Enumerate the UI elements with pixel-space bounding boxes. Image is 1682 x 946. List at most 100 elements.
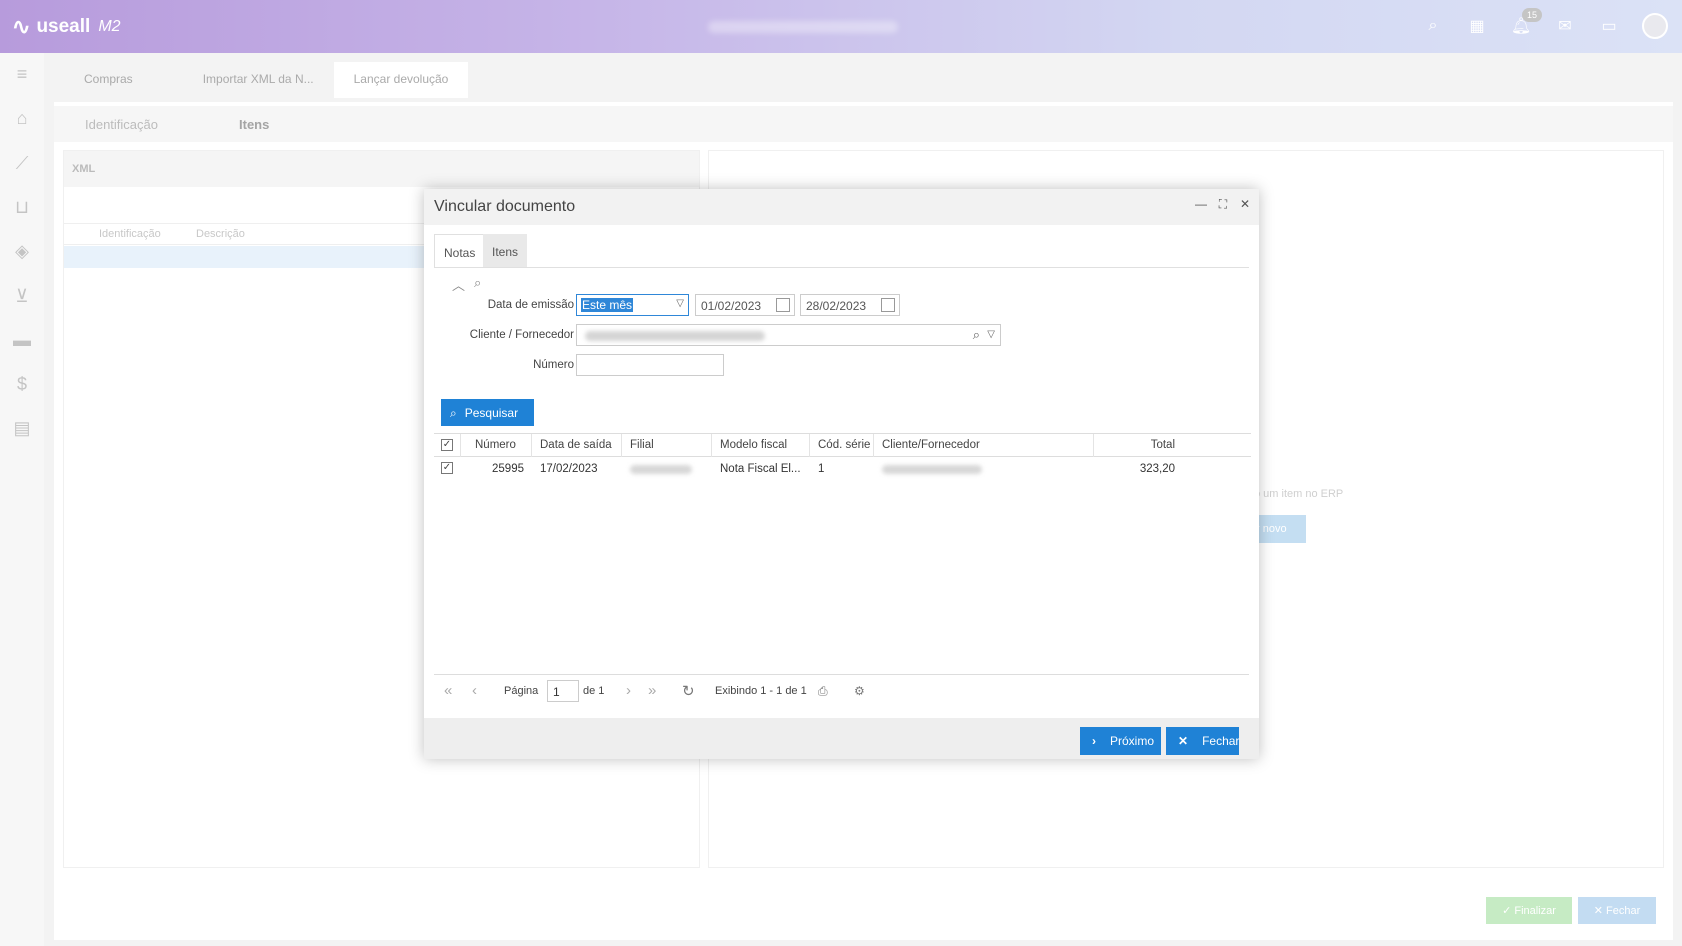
tab-lancar-devolucao[interactable]: Lançar devolução: [333, 62, 469, 98]
logo-version: M2: [98, 18, 121, 35]
row-cliente-blurred: [882, 465, 982, 474]
table-row[interactable]: ✓ 25995 17/02/2023 Nota Fiscal El... 1 3…: [434, 457, 1251, 480]
home-icon[interactable]: ⌂: [11, 107, 33, 129]
tab-notas[interactable]: Notas: [434, 234, 486, 268]
finalize-button[interactable]: ✓ Finalizar: [1486, 897, 1572, 924]
dialog-title: Vincular documento: [434, 198, 576, 215]
apps-grid-icon[interactable]: ▦: [1466, 16, 1488, 36]
showing-count: Exibindo 1 - 1 de 1: [715, 685, 807, 697]
next-button-label: Próximo: [1110, 734, 1155, 748]
subtab-itens[interactable]: Itens: [239, 117, 269, 132]
row-serie: 1: [818, 463, 825, 475]
page-label: Página: [504, 685, 539, 697]
calendar-icon[interactable]: [881, 298, 895, 312]
chart-icon[interactable]: ⟋: [11, 152, 33, 174]
app-logo[interactable]: ∿ useall M2: [12, 14, 121, 40]
credit-card-icon[interactable]: ▬: [11, 329, 33, 351]
date-from-input[interactable]: 01/02/2023: [695, 294, 795, 316]
date-to-input[interactable]: 28/02/2023: [800, 294, 900, 316]
page-number-input[interactable]: 1: [547, 680, 579, 702]
maximize-icon[interactable]: ⛶: [1217, 197, 1229, 212]
calendar-icon[interactable]: [776, 298, 790, 312]
top-icons: ⌕ ▦ 🔔︎ 15 ✉ ▭: [1422, 8, 1668, 39]
row-modelo: Nota Fiscal El...: [720, 463, 801, 475]
first-page-icon[interactable]: «: [444, 682, 452, 699]
col-cod-serie[interactable]: Cód. série: [810, 434, 874, 457]
select-all-cell: ✓: [434, 434, 461, 457]
erp-hint-text: o um item no ERP: [1254, 488, 1344, 500]
sub-tabs: Identificação Itens: [54, 106, 1673, 142]
col-data-saida[interactable]: Data de saída: [532, 434, 622, 457]
logo-text: useall: [36, 16, 91, 37]
chevron-down-icon[interactable]: ▽: [987, 329, 995, 340]
notification-badge: 15: [1522, 8, 1543, 22]
tab-importar-xml[interactable]: Importar XML da N...: [153, 62, 334, 98]
last-page-icon[interactable]: »: [648, 682, 656, 699]
close-button-label: Fechar: [1202, 734, 1240, 748]
col-identificacao: Identificação: [99, 228, 161, 240]
search-icon: ⌕: [450, 406, 457, 420]
cart-icon[interactable]: ⊻: [11, 285, 33, 307]
documents-grid: ✓ Número Data de saída Filial Modelo fis…: [434, 433, 1251, 665]
client-input[interactable]: ⌕ ▽: [576, 324, 1001, 346]
page-of-label: de 1: [583, 685, 605, 697]
prev-page-icon[interactable]: ‹: [472, 682, 477, 699]
search-button-label: Pesquisar: [464, 406, 519, 420]
select-all-checkbox[interactable]: ✓: [441, 439, 453, 451]
chat-icon[interactable]: ▭: [1598, 16, 1620, 36]
date-from-value: 01/02/2023: [701, 299, 762, 313]
client-label: Cliente / Fornecedor: [469, 329, 574, 341]
emission-date-label: Data de emissão: [487, 299, 574, 311]
subtab-identificacao[interactable]: Identificação: [85, 117, 158, 132]
col-numero[interactable]: Número: [461, 434, 532, 457]
link-document-dialog: Vincular documento — ⛶ ✕ Notas Itens ︿ ⌕…: [424, 189, 1259, 759]
filter-search-icon[interactable]: ⌕: [474, 275, 481, 291]
col-total[interactable]: Total: [1094, 434, 1193, 457]
page-close-button[interactable]: ✕ Fechar: [1578, 897, 1656, 924]
collapse-chevron-icon[interactable]: ︿: [452, 275, 465, 294]
mail-icon[interactable]: ✉: [1554, 16, 1576, 36]
window-controls: — ⛶ ✕: [1195, 197, 1251, 212]
close-icon[interactable]: ✕: [1239, 197, 1251, 212]
period-value: Este mês: [581, 298, 634, 312]
col-modelo-fiscal[interactable]: Modelo fiscal: [712, 434, 810, 457]
row-checkbox[interactable]: ✓: [441, 462, 453, 474]
useall-logo-icon: ∿: [12, 14, 31, 39]
dialog-title-bar[interactable]: Vincular documento — ⛶ ✕: [424, 189, 1259, 225]
next-button[interactable]: › Próximo: [1080, 727, 1161, 755]
close-button[interactable]: ✕ Fechar: [1166, 727, 1239, 755]
number-input[interactable]: [576, 354, 724, 376]
search-button[interactable]: ⌕ Pesquisar: [441, 399, 534, 426]
tabs-divider: [434, 267, 1249, 268]
xml-panel-title: XML: [64, 151, 699, 187]
calculator-icon[interactable]: ▤: [11, 417, 33, 439]
finalize-label: Finalizar: [1514, 905, 1556, 917]
boxes-icon[interactable]: ◈: [11, 240, 33, 262]
row-data-saida: 17/02/2023: [540, 463, 598, 475]
top-bar: ∿ useall M2 ⌕ ▦ 🔔︎ 15 ✉ ▭: [0, 0, 1682, 53]
tab-itens[interactable]: Itens: [483, 234, 528, 268]
col-cliente-fornecedor[interactable]: Cliente/Fornecedor: [874, 434, 1094, 457]
grid-header: ✓ Número Data de saída Filial Modelo fis…: [434, 434, 1251, 457]
tab-compras[interactable]: Compras: [44, 62, 153, 98]
dialog-footer: › Próximo ✕ Fechar: [424, 718, 1259, 759]
sidebar: ≡ ⌂ ⟋ ⊔ ◈ ⊻ ▬ $ ▤: [0, 53, 44, 946]
col-filial[interactable]: Filial: [622, 434, 712, 457]
bell-icon[interactable]: 🔔︎ 15: [1510, 8, 1543, 36]
chevron-right-icon: ›: [1092, 734, 1096, 748]
basket-icon[interactable]: ⊔: [11, 196, 33, 218]
menu-icon[interactable]: ≡: [11, 63, 33, 85]
page-close-label: Fechar: [1606, 905, 1641, 917]
row-total: 323,20: [1139, 463, 1175, 475]
close-icon: ✕: [1178, 734, 1189, 748]
period-select[interactable]: Este mês ▽: [576, 294, 689, 316]
next-page-icon[interactable]: ›: [626, 682, 631, 699]
minimize-icon[interactable]: —: [1195, 197, 1207, 212]
print-icon[interactable]: ⎙: [818, 684, 828, 699]
user-avatar[interactable]: [1642, 13, 1668, 39]
dollar-icon[interactable]: $: [11, 373, 33, 395]
search-icon[interactable]: ⌕: [973, 327, 980, 343]
search-icon[interactable]: ⌕: [1422, 17, 1444, 35]
settings-icon[interactable]: ⚙: [854, 684, 865, 698]
refresh-icon[interactable]: ↻: [682, 682, 695, 700]
